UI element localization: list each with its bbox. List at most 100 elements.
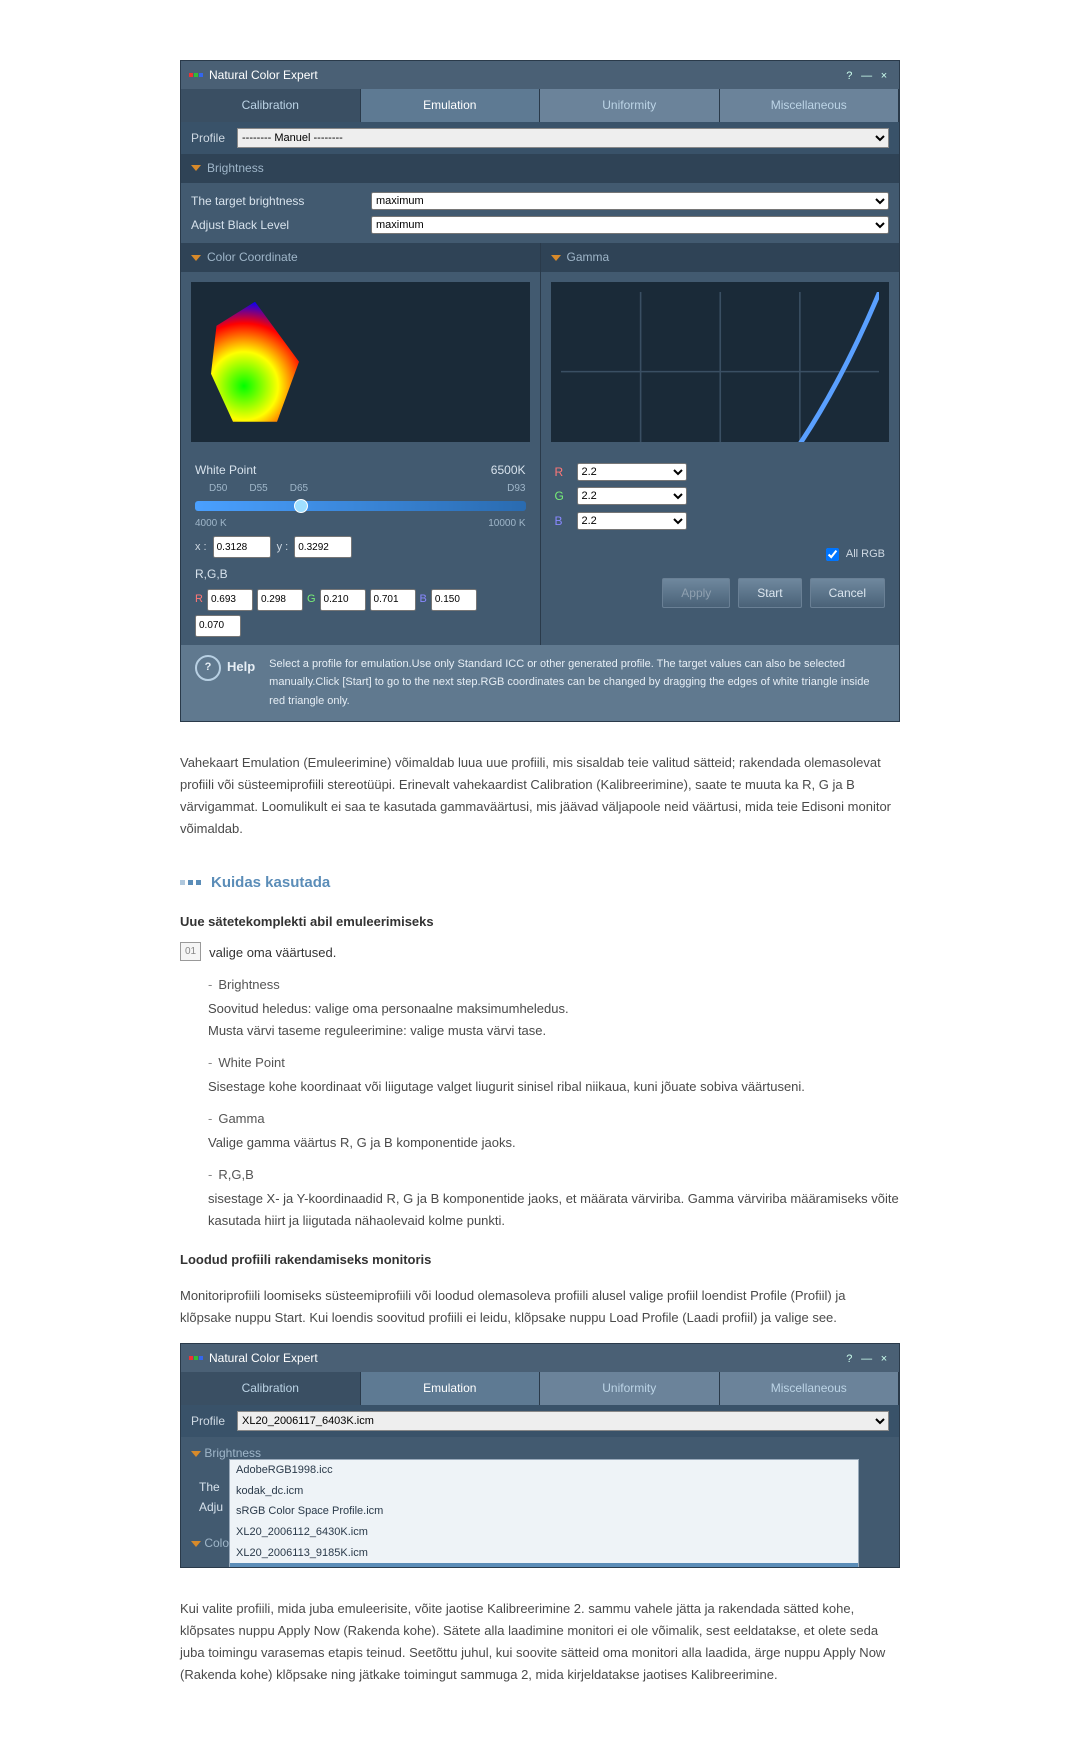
subheading-a: Uue sätetekomplekti abil emuleerimiseks bbox=[180, 911, 900, 933]
help-icon[interactable]: ? bbox=[842, 1352, 856, 1366]
help-icon[interactable]: ? bbox=[842, 69, 856, 83]
app-logo-icon bbox=[189, 73, 203, 77]
scale-d55: D55 bbox=[249, 480, 267, 497]
bg-text-adju: Adju bbox=[199, 1497, 223, 1517]
tab-emulation[interactable]: Emulation bbox=[361, 1372, 541, 1404]
x-input[interactable] bbox=[213, 536, 271, 558]
bg-text-the: The bbox=[199, 1477, 220, 1497]
profile-dropdown-list[interactable]: AdobeRGB1998.icckodak_dc.icmsRGB Color S… bbox=[229, 1459, 859, 1567]
g-x-input[interactable] bbox=[320, 589, 366, 611]
window-controls: ? — × bbox=[842, 65, 891, 85]
gamma-g-select[interactable]: 2.2 bbox=[577, 487, 687, 505]
button-row: Apply Start Cancel bbox=[541, 570, 900, 616]
section-heading-text: Kuidas kasutada bbox=[211, 870, 330, 896]
profile-list-item[interactable]: kodak_dc.icm bbox=[230, 1481, 858, 1502]
help-text: Select a profile for emulation.Use only … bbox=[269, 655, 885, 711]
subheading-b: Loodud profiili rakendamiseks monitoris bbox=[180, 1249, 900, 1271]
bullet-title: -Brightness bbox=[208, 974, 900, 996]
profile-list-item[interactable]: XL20_2006117_6403K.icm bbox=[230, 1563, 858, 1567]
step-text: valige oma väärtused. bbox=[209, 942, 336, 964]
b-x-input[interactable] bbox=[431, 589, 477, 611]
bullet-title: -Gamma bbox=[208, 1108, 900, 1130]
titlebar: Natural Color Expert ? — × bbox=[181, 61, 899, 89]
white-point-slider[interactable] bbox=[195, 501, 526, 511]
profile-label: Profile bbox=[191, 128, 225, 148]
window-title: Natural Color Expert bbox=[209, 65, 318, 85]
tab-calibration[interactable]: Calibration bbox=[181, 89, 361, 121]
app-logo-icon bbox=[189, 1356, 203, 1360]
y-input[interactable] bbox=[294, 536, 352, 558]
close-icon[interactable]: × bbox=[877, 1352, 891, 1366]
g-y-input[interactable] bbox=[370, 589, 416, 611]
window-title: Natural Color Expert bbox=[209, 1348, 318, 1368]
b-y-input[interactable] bbox=[195, 615, 241, 637]
brightness-panel: The target brightness maximum Adjust Bla… bbox=[181, 183, 899, 244]
color-coord-header-label: Color Coordinate bbox=[207, 247, 298, 267]
tab-calibration[interactable]: Calibration bbox=[181, 1372, 361, 1404]
bullet-desc: Soovitud heledus: valige oma personaalne… bbox=[208, 998, 900, 1042]
b-prefix: B bbox=[420, 590, 427, 609]
chromaticity-chart[interactable] bbox=[191, 282, 530, 442]
profile-list-item[interactable]: XL20_2006112_6430K.icm bbox=[230, 1522, 858, 1543]
expand-icon bbox=[191, 255, 201, 261]
close-icon[interactable]: × bbox=[877, 69, 891, 83]
profile-select[interactable]: -------- Manuel -------- bbox=[237, 128, 889, 148]
gamma-chart[interactable] bbox=[551, 282, 890, 442]
bullet-item: -BrightnessSoovitud heledus: valige oma … bbox=[208, 974, 900, 1042]
r-y-input[interactable] bbox=[257, 589, 303, 611]
tab-emulation[interactable]: Emulation bbox=[361, 89, 541, 121]
brightness-header-label: Brightness bbox=[207, 158, 264, 178]
apply-button[interactable]: Apply bbox=[662, 578, 730, 608]
profile-select[interactable]: XL20_2006117_6403K.icm bbox=[237, 1411, 889, 1431]
bullet-item: -GammaValige gamma väärtus R, G ja B kom… bbox=[208, 1108, 900, 1154]
gamma-g-label: G bbox=[555, 486, 569, 506]
gamma-header-label: Gamma bbox=[567, 247, 610, 267]
color-coordinate-header[interactable]: Color Coordinate bbox=[181, 243, 540, 271]
intro-paragraph: Vahekaart Emulation (Emuleerimine) võima… bbox=[180, 752, 900, 840]
profile-list-item[interactable]: AdobeRGB1998.icc bbox=[230, 1460, 858, 1481]
all-rgb-checkbox[interactable] bbox=[826, 548, 839, 561]
gamma-panel: Gamma R 2.2 G 2.2 bbox=[541, 243, 900, 644]
expand-icon bbox=[191, 165, 201, 171]
bullet-item: -R,G,Bsisestage X- ja Y-koordinaadid R, … bbox=[208, 1164, 900, 1232]
cancel-button[interactable]: Cancel bbox=[810, 578, 885, 608]
start-button[interactable]: Start bbox=[738, 578, 801, 608]
white-point-value: 6500K bbox=[491, 460, 526, 480]
tab-uniformity[interactable]: Uniformity bbox=[540, 1372, 720, 1404]
bullet-title: -R,G,B bbox=[208, 1164, 900, 1186]
x-label: x : bbox=[195, 538, 207, 557]
g-prefix: G bbox=[307, 590, 316, 609]
tab-miscellaneous[interactable]: Miscellaneous bbox=[720, 1372, 900, 1404]
profile-row: Profile -------- Manuel -------- bbox=[181, 122, 899, 154]
gamma-header[interactable]: Gamma bbox=[541, 243, 900, 271]
brightness-header[interactable]: Brightness bbox=[181, 154, 899, 182]
black-level-select[interactable]: maximum bbox=[371, 216, 889, 234]
profile-list-item[interactable]: sRGB Color Space Profile.icm bbox=[230, 1501, 858, 1522]
range-high: 10000 K bbox=[488, 515, 525, 532]
target-brightness-label: The target brightness bbox=[191, 191, 361, 211]
tab-uniformity[interactable]: Uniformity bbox=[540, 89, 720, 121]
bullet-title: -White Point bbox=[208, 1052, 900, 1074]
gamma-b-select[interactable]: 2.2 bbox=[577, 512, 687, 530]
bullet-list: -BrightnessSoovitud heledus: valige oma … bbox=[180, 974, 900, 1233]
gamma-r-select[interactable]: 2.2 bbox=[577, 463, 687, 481]
scale-d93: D93 bbox=[507, 480, 525, 497]
profile-list-item[interactable]: XL20_2006113_9185K.icm bbox=[230, 1543, 858, 1564]
step-1: 01 valige oma väärtused. bbox=[180, 942, 900, 964]
help-bar: ? Help Select a profile for emulation.Us… bbox=[181, 645, 899, 721]
help-label: Help bbox=[227, 656, 255, 678]
minimize-icon[interactable]: — bbox=[860, 1352, 874, 1366]
emulation-window: Natural Color Expert ? — × Calibration E… bbox=[180, 60, 900, 722]
target-brightness-select[interactable]: maximum bbox=[371, 192, 889, 210]
range-low: 4000 K bbox=[195, 515, 227, 532]
bullet-desc: Sisestage kohe koordinaat või liigutage … bbox=[208, 1076, 900, 1098]
slider-thumb-icon[interactable] bbox=[294, 499, 308, 513]
minimize-icon[interactable]: — bbox=[860, 69, 874, 83]
section-heading: Kuidas kasutada bbox=[180, 870, 900, 896]
r-x-input[interactable] bbox=[207, 589, 253, 611]
window-controls: ? — × bbox=[842, 1348, 891, 1368]
expand-icon bbox=[551, 255, 561, 261]
y-label: y : bbox=[277, 538, 289, 557]
gamma-b-label: B bbox=[555, 511, 569, 531]
tab-miscellaneous[interactable]: Miscellaneous bbox=[720, 89, 900, 121]
